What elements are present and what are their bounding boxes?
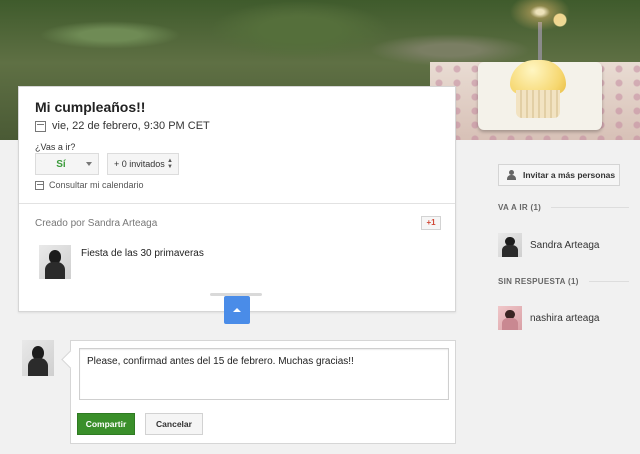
attendee-going[interactable]: Sandra Arteaga: [498, 233, 600, 257]
attendee-name: nashira arteaga: [530, 312, 600, 324]
attendee-no-response[interactable]: nashira arteaga: [498, 306, 600, 330]
calendar-icon: [35, 180, 44, 190]
event-date: vie, 22 de febrero, 9:30 PM CET: [35, 120, 210, 132]
organizer-avatar: [39, 245, 71, 279]
going-header-text: VA A IR (1): [498, 203, 542, 212]
chevron-down-icon: [86, 162, 92, 166]
no-response-header-text: SIN RESPUESTA (1): [498, 277, 579, 286]
no-response-section-header: SIN RESPUESTA (1): [498, 277, 629, 286]
share-button[interactable]: Compartir: [77, 413, 135, 435]
invite-more-button[interactable]: Invitar a más personas: [498, 164, 620, 186]
consult-calendar-text: Consultar mi calendario: [49, 180, 144, 190]
plus-one-button[interactable]: +1: [421, 216, 441, 230]
avatar: [498, 306, 522, 330]
cancel-button[interactable]: Cancelar: [145, 413, 203, 435]
divider: [19, 203, 455, 204]
event-description: Fiesta de las 30 primaveras: [81, 248, 204, 259]
consult-calendar-link[interactable]: Consultar mi calendario: [35, 180, 144, 190]
rsvp-question: ¿Vas a ir?: [35, 142, 76, 152]
rsvp-value: Sí: [56, 158, 66, 170]
cupcake-frosting: [510, 60, 566, 94]
calendar-icon: [35, 120, 46, 132]
cover-cupcake: [508, 60, 568, 118]
invite-more-label: Invitar a más personas: [523, 170, 616, 180]
comment-box: Please, confirmad antes del 15 de febrer…: [70, 340, 456, 444]
going-section-header: VA A IR (1): [498, 203, 630, 212]
guests-selector[interactable]: + 0 invitados ▲ ▼: [107, 153, 179, 175]
guests-value: + 0 invitados: [114, 159, 165, 169]
rsvp-dropdown[interactable]: Sí: [35, 153, 99, 175]
divider: [588, 281, 629, 282]
cover-spark: [495, 0, 585, 40]
event-title: Mi cumpleaños!!: [35, 99, 146, 115]
event-card: Mi cumpleaños!! vie, 22 de febrero, 9:30…: [18, 86, 456, 312]
attendee-name: Sandra Arteaga: [530, 239, 600, 251]
commenter-avatar: [22, 340, 54, 376]
stepper-icon: ▲ ▼: [167, 158, 173, 170]
event-date-text: vie, 22 de febrero, 9:30 PM CET: [52, 120, 210, 132]
cupcake-liner: [516, 90, 560, 118]
divider: [551, 207, 630, 208]
collapse-arrow-icon[interactable]: [224, 296, 250, 324]
comment-input[interactable]: Please, confirmad antes del 15 de febrer…: [79, 348, 449, 400]
add-person-icon: [507, 170, 517, 180]
created-by: Creado por Sandra Arteaga: [35, 218, 158, 229]
avatar: [498, 233, 522, 257]
